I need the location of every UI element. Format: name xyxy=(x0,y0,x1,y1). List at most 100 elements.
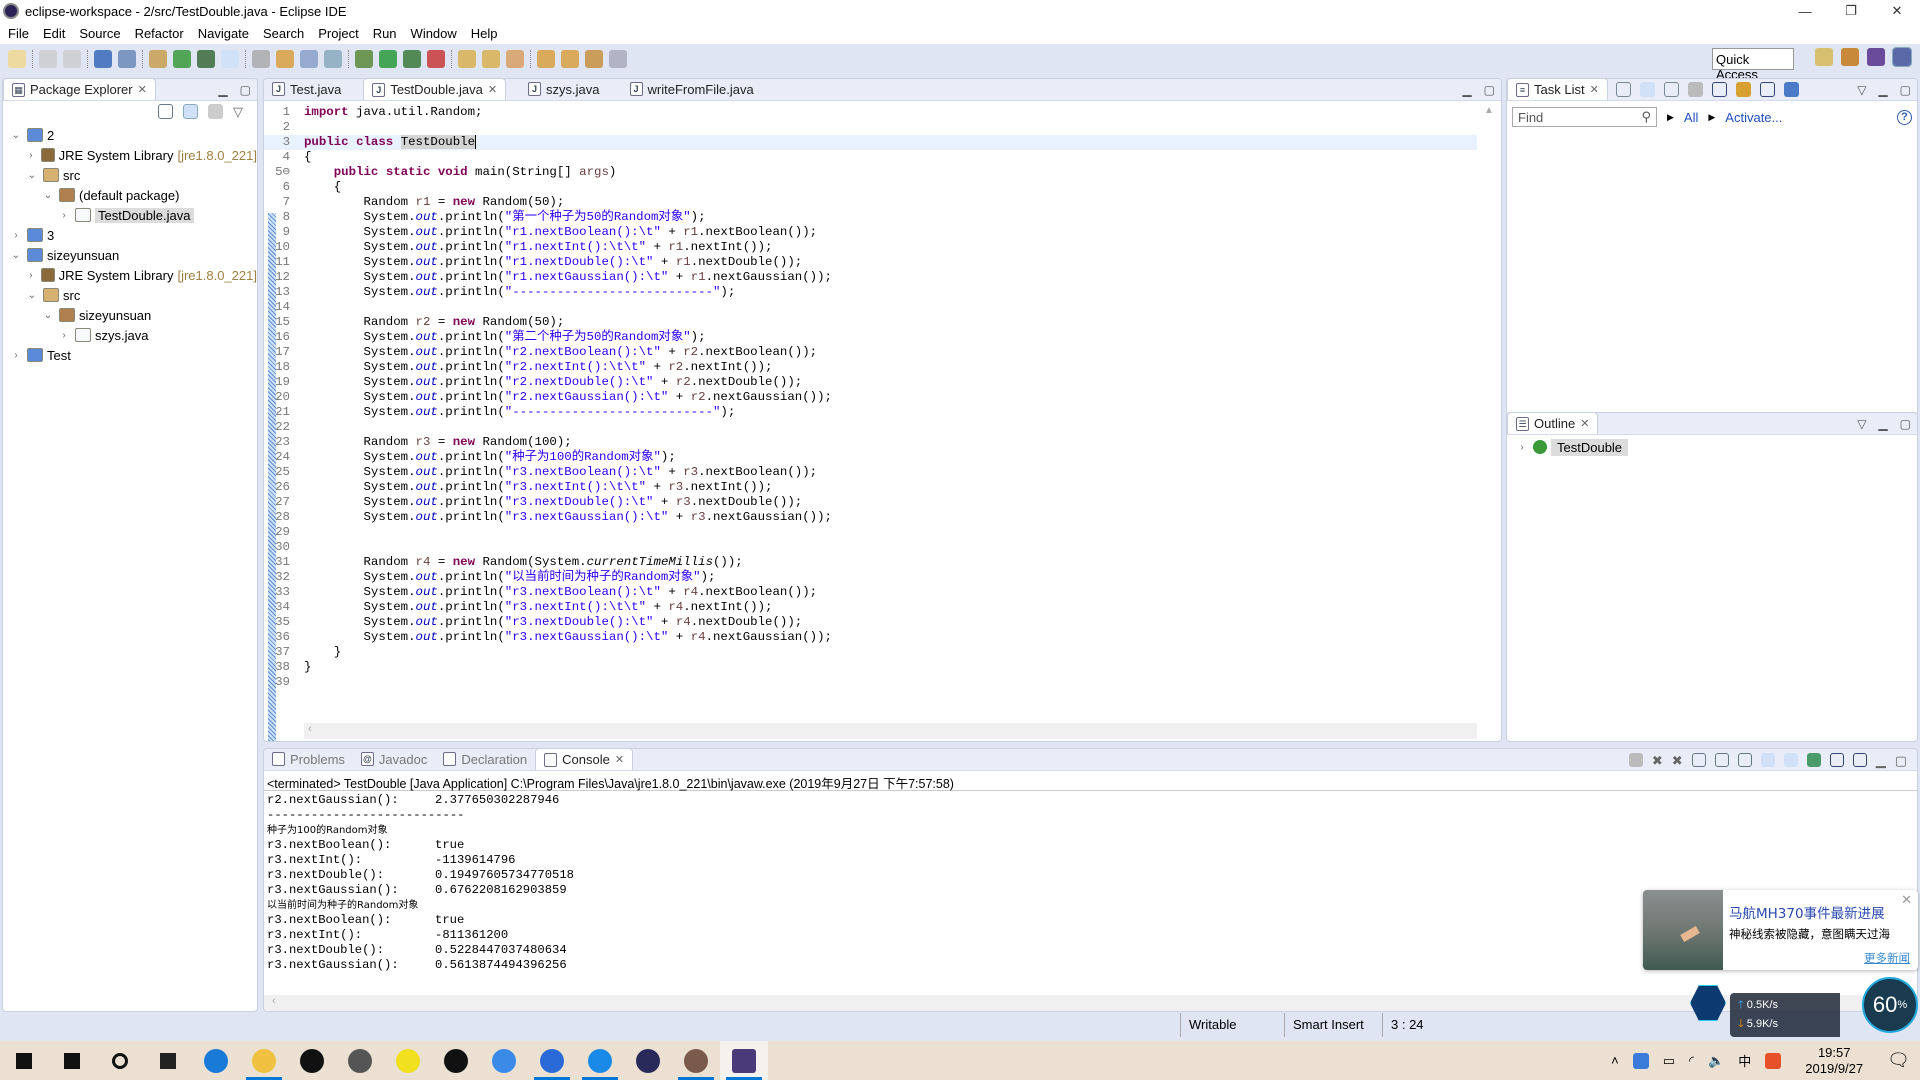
code-line[interactable]: 22 xyxy=(264,420,1477,435)
tree-item[interactable]: ⌄ (default package) xyxy=(3,185,257,205)
store-taskbar-button[interactable] xyxy=(288,1041,336,1080)
code-line[interactable]: 5⊖ public static void main(String[] args… xyxy=(264,165,1477,180)
tab-szys-java[interactable]: Jszys.java xyxy=(520,79,607,100)
all-link[interactable]: All xyxy=(1684,110,1698,125)
search-taskbar-button[interactable] xyxy=(48,1041,96,1080)
code-line[interactable]: 12 System.out.println("r1.nextGaussian()… xyxy=(264,270,1477,285)
code-line[interactable]: 10 System.out.println("r1.nextInt():\t\t… xyxy=(264,240,1477,255)
more-news-link[interactable]: 更多新闻 xyxy=(1864,950,1910,966)
maximize-button[interactable]: ❐ xyxy=(1828,0,1874,22)
clock[interactable]: 19:57 2019/9/27 xyxy=(1805,1045,1863,1077)
horizontal-scrollbar[interactable]: ‹ xyxy=(264,995,1917,1011)
eclipse-taskbar-button[interactable] xyxy=(624,1041,672,1080)
chevron-right-icon[interactable]: › xyxy=(57,330,71,341)
help-icon[interactable]: ? xyxy=(1897,109,1912,125)
mark-occurrences-icon[interactable] xyxy=(221,50,239,68)
minimize-icon[interactable]: ▁ xyxy=(1876,753,1886,769)
outline-item[interactable]: › TestDouble xyxy=(1507,437,1917,457)
code-line[interactable]: 9 System.out.println("r1.nextBoolean():\… xyxy=(264,225,1477,240)
battery-icon[interactable]: ▭ xyxy=(1663,1053,1675,1069)
tab-declaration[interactable]: Declaration xyxy=(435,749,535,770)
code-line[interactable]: 3 public class TestDouble xyxy=(264,135,1477,150)
code-line[interactable]: 16 System.out.println("第二个种子为50的Random对象… xyxy=(264,330,1477,345)
minimize-icon[interactable]: ▁ xyxy=(1878,417,1887,431)
terminate-icon[interactable] xyxy=(1628,753,1643,767)
tree-item[interactable]: › 3 xyxy=(3,225,257,245)
network-speed-widget[interactable]: 🡑 0.5K/s 🡓 5.9K/s 60% xyxy=(1690,975,1920,1037)
chevron-right-icon[interactable]: › xyxy=(25,150,37,161)
tab-javadoc[interactable]: @ Javadoc xyxy=(353,749,435,770)
chevron-right-icon[interactable]: › xyxy=(25,270,37,281)
tree-item[interactable]: › JRE System Library [jre1.8.0_221] xyxy=(3,265,257,285)
tree-item[interactable]: ⌄ src xyxy=(3,165,257,185)
activate-link[interactable]: Activate... xyxy=(1725,110,1782,125)
menu-help[interactable]: Help xyxy=(471,26,498,41)
minimize-icon[interactable]: ▁ xyxy=(1878,83,1887,97)
chevron-down-icon[interactable]: ⌄ xyxy=(25,290,39,301)
maximize-icon[interactable]: ▢ xyxy=(1900,417,1911,431)
perspective-icon[interactable] xyxy=(1867,48,1885,66)
chevron-right-icon[interactable]: › xyxy=(9,230,23,241)
menu-source[interactable]: Source xyxy=(79,26,120,41)
new-java-class-icon[interactable] xyxy=(173,50,191,68)
menu-window[interactable]: Window xyxy=(411,26,457,41)
code-line[interactable]: 17 System.out.println("r2.nextBoolean():… xyxy=(264,345,1477,360)
code-line[interactable]: 35 System.out.println("r3.nextDouble():\… xyxy=(264,615,1477,630)
toggle-word-wrap-icon[interactable] xyxy=(300,50,318,68)
previous-edit-icon[interactable] xyxy=(561,50,579,68)
close-icon[interactable]: ✕ xyxy=(1580,417,1589,430)
uplay-taskbar-button[interactable] xyxy=(576,1041,624,1080)
code-line[interactable]: 18 System.out.println("r2.nextInt():\t\t… xyxy=(264,360,1477,375)
code-line[interactable]: 27 System.out.println("r3.nextDouble():\… xyxy=(264,495,1477,510)
forward-icon[interactable] xyxy=(609,50,627,68)
sogou-browser-taskbar-button[interactable] xyxy=(480,1041,528,1080)
code-line[interactable]: 2 xyxy=(264,120,1477,135)
news-notification[interactable]: 马航MH370事件最新进展 神秘线索被隐藏，意图瞒天过海 更多新闻 ✕ xyxy=(1643,890,1918,970)
scroll-lock-icon[interactable] xyxy=(1714,753,1729,767)
mail-taskbar-button[interactable] xyxy=(336,1041,384,1080)
debug-icon[interactable] xyxy=(355,50,373,68)
maximize-icon[interactable]: ▢ xyxy=(240,83,251,97)
code-line[interactable]: 11 System.out.println("r1.nextDouble():\… xyxy=(264,255,1477,270)
quick-access-input[interactable]: Quick Access xyxy=(1712,48,1794,82)
vertical-scrollbar[interactable]: ▲ xyxy=(1481,105,1497,721)
next-annotation-icon[interactable] xyxy=(276,50,294,68)
open-folder-icon[interactable] xyxy=(482,50,500,68)
wifi-icon[interactable]: ◜ xyxy=(1689,1053,1694,1069)
code-line[interactable]: 13 System.out.println("-----------------… xyxy=(264,285,1477,300)
cloud-icon[interactable] xyxy=(1632,1052,1649,1069)
open-type-icon[interactable] xyxy=(197,50,215,68)
tree-item[interactable]: ⌄ 2 xyxy=(3,125,257,145)
code-line[interactable]: 28 System.out.println("r3.nextGaussian()… xyxy=(264,510,1477,525)
code-line[interactable]: 26 System.out.println("r3.nextInt():\t\t… xyxy=(264,480,1477,495)
code-line[interactable]: 36 System.out.println("r3.nextGaussian()… xyxy=(264,630,1477,645)
code-line[interactable]: 15 Random r2 = new Random(50); xyxy=(264,315,1477,330)
chevron-right-icon[interactable]: › xyxy=(9,350,23,361)
collapse-all-icon[interactable] xyxy=(1759,82,1775,97)
perspective-icon[interactable] xyxy=(1841,48,1859,66)
coverage-icon[interactable] xyxy=(403,50,421,68)
code-line[interactable]: 32 System.out.println("以当前时间为种子的Random对象… xyxy=(264,570,1477,585)
chevron-down-icon[interactable]: ⌄ xyxy=(9,130,23,141)
tab-writefromfile-java[interactable]: JwriteFromFile.java xyxy=(622,79,762,100)
java-perspective-icon[interactable] xyxy=(1892,47,1912,67)
code-line[interactable]: 24 System.out.println("种子为100的Random对象")… xyxy=(264,450,1477,465)
close-icon[interactable]: ✕ xyxy=(615,753,624,766)
code-line[interactable]: 30 xyxy=(264,540,1477,555)
tree-item[interactable]: ⌄ sizeyunsuan xyxy=(3,305,257,325)
code-line[interactable]: 4{ xyxy=(264,150,1477,165)
code-line[interactable]: 19 System.out.println("r2.nextDouble():\… xyxy=(264,375,1477,390)
horizontal-scrollbar[interactable]: ‹ xyxy=(304,723,1477,739)
tree-item[interactable]: › Test xyxy=(3,345,257,365)
maximize-icon[interactable]: ▢ xyxy=(1484,83,1495,97)
chevron-down-icon[interactable]: ⌄ xyxy=(41,310,55,321)
code-line[interactable]: 21 System.out.println("-----------------… xyxy=(264,405,1477,420)
new-java-package-icon[interactable] xyxy=(149,50,167,68)
maximize-icon[interactable]: ▢ xyxy=(1900,83,1911,97)
tab-testdouble-java[interactable]: J TestDouble.java ✕ xyxy=(363,79,507,100)
code-line[interactable]: 37 } xyxy=(264,645,1477,660)
menu-run[interactable]: Run xyxy=(373,26,397,41)
show-on-stdout-icon[interactable] xyxy=(1760,753,1775,767)
open-console-icon[interactable] xyxy=(1852,753,1867,767)
menu-project[interactable]: Project xyxy=(318,26,358,41)
